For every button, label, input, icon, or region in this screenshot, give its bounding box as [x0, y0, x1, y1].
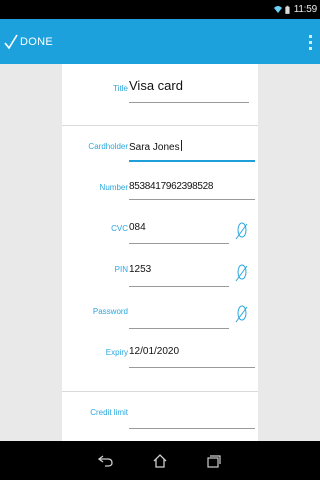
status-bar: 11:59	[0, 0, 320, 19]
cardholder-field[interactable]: Sara Jones	[129, 135, 255, 162]
password-field[interactable]	[129, 300, 229, 329]
overflow-menu-icon[interactable]	[302, 29, 318, 55]
divider	[62, 125, 258, 126]
number-field[interactable]: 8538417962398528	[129, 176, 255, 200]
home-icon[interactable]	[149, 450, 171, 472]
status-indicators: 11:59	[273, 0, 317, 19]
expiry-field[interactable]: 12/01/2020	[129, 341, 255, 368]
wifi-icon	[273, 5, 282, 13]
expiry-label: Expiry	[105, 348, 128, 357]
title-label: Title	[113, 84, 128, 93]
number-label: Number	[99, 183, 128, 192]
visibility-toggle-icon[interactable]	[235, 263, 249, 283]
recent-apps-icon[interactable]	[203, 450, 225, 472]
back-icon[interactable]	[95, 450, 117, 472]
text-cursor	[180, 140, 182, 151]
checkmark-icon	[4, 34, 18, 49]
navigation-bar	[0, 441, 320, 480]
title-field[interactable]: Visa card	[129, 78, 249, 103]
card-form: Title Visa card Cardholder Sara Jones Nu…	[62, 64, 258, 441]
pin-label: PIN	[114, 265, 128, 274]
credit-limit-label: Credit limit	[90, 408, 128, 417]
cardholder-value: Sara Jones	[129, 142, 180, 153]
action-bar: DONE	[0, 19, 320, 64]
done-button[interactable]: DONE	[0, 19, 63, 64]
done-label: DONE	[20, 35, 53, 48]
divider	[62, 391, 258, 392]
cardholder-label: Cardholder	[88, 142, 128, 151]
cvc-field[interactable]: 084	[129, 217, 229, 244]
password-label: Password	[92, 307, 128, 316]
cvc-label: CVC	[111, 224, 128, 233]
visibility-toggle-icon[interactable]	[235, 304, 249, 324]
pin-field[interactable]: 1253	[129, 259, 229, 287]
battery-icon	[285, 5, 290, 14]
credit-limit-field[interactable]	[129, 402, 255, 429]
clock: 11:59	[293, 4, 317, 15]
visibility-toggle-icon[interactable]	[235, 221, 249, 241]
